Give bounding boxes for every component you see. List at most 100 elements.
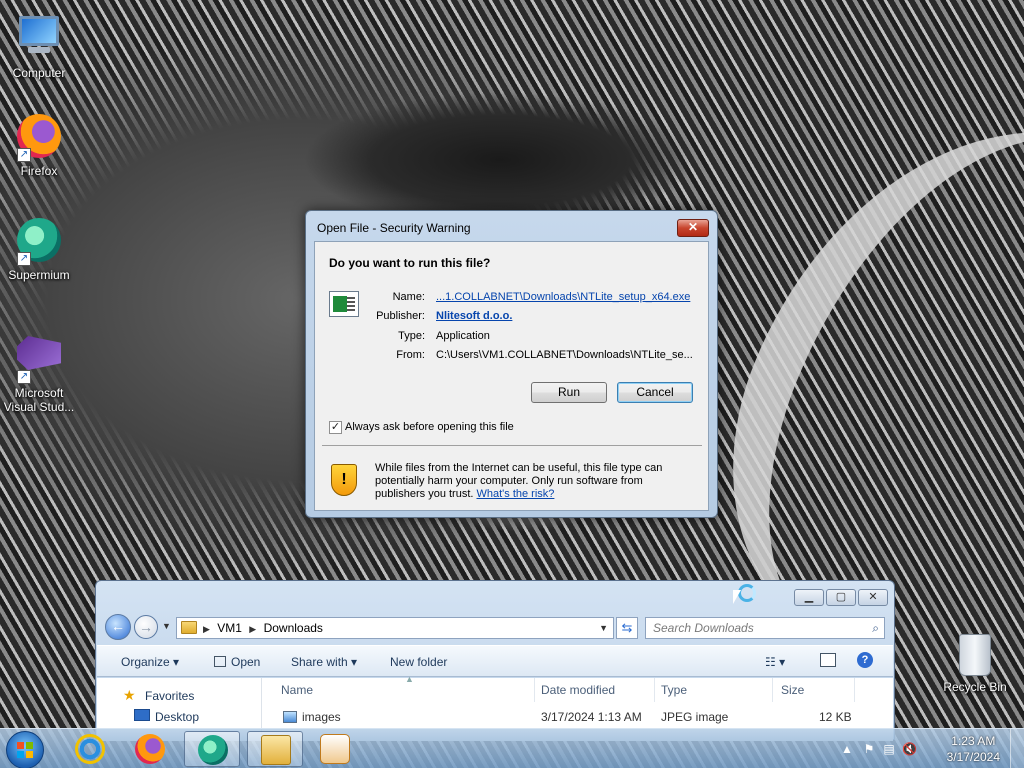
name-label: Name: xyxy=(392,291,425,303)
column-header-date[interactable]: Date modified xyxy=(535,678,655,702)
info-row-type: Type: Application xyxy=(315,330,710,346)
always-ask-checkbox[interactable]: ✓ xyxy=(329,421,342,434)
dialog-body: Do you want to run this file? Name: ...1… xyxy=(314,241,709,511)
address-bar[interactable]: ▶ VM1 ▶ Downloads ▼ xyxy=(176,617,614,639)
breadcrumb: ▶ VM1 ▶ Downloads xyxy=(203,621,323,635)
back-button[interactable]: ← xyxy=(105,614,131,640)
taskbar-firefox[interactable] xyxy=(122,731,178,767)
open-icon xyxy=(214,656,226,667)
info-row-publisher: Publisher: Nlitesoft d.o.o. xyxy=(315,310,710,326)
desktop-icon-label: Recycle Bin xyxy=(943,680,1007,694)
info-row-name: Name: ...1.COLLABNET\Downloads\NTLite_se… xyxy=(315,291,710,307)
file-name: images xyxy=(302,710,341,724)
publisher-link[interactable]: Nlitesoft d.o.o. xyxy=(436,310,698,322)
search-icon[interactable]: ⌕ xyxy=(872,618,879,638)
whats-the-risk-link[interactable]: What's the risk? xyxy=(477,488,555,500)
internet-explorer-icon xyxy=(75,734,105,764)
breadcrumb-chevron-icon[interactable]: ▶ xyxy=(249,624,256,634)
folder-icon xyxy=(181,621,197,634)
mouse-pointer-icon xyxy=(733,590,741,604)
nav-favorites[interactable]: Favorites xyxy=(145,689,194,703)
share-with-button[interactable]: Share with ▾ xyxy=(291,655,357,669)
clock[interactable]: 1:23 AM 3/17/2024 xyxy=(947,733,1000,765)
desktop-icon-recycle-bin[interactable]: Recycle Bin xyxy=(937,630,1013,694)
refresh-button[interactable]: ⇆ xyxy=(616,617,638,639)
window-close-button[interactable]: ✕ xyxy=(858,589,888,606)
command-bar: Organize ▾ Open Share with ▾ New folder … xyxy=(97,645,893,677)
help-icon[interactable]: ? xyxy=(857,652,873,668)
favorites-star-icon: ★ xyxy=(123,687,136,703)
breadcrumb-vm1[interactable]: VM1 xyxy=(217,621,242,635)
show-hidden-icons-icon[interactable]: ▲ xyxy=(840,742,854,756)
column-header-size[interactable]: Size xyxy=(775,678,855,702)
taskbar-supermium[interactable] xyxy=(184,731,240,767)
warning-message: While files from the Internet can be use… xyxy=(375,462,695,501)
supermium-icon xyxy=(198,735,228,765)
start-button[interactable] xyxy=(6,731,44,768)
desktop-icon-visual-studio[interactable]: ↗ Microsoft Visual Stud... xyxy=(1,328,77,414)
recent-pages-chevron-icon[interactable]: ▼ xyxy=(162,621,171,631)
maximize-button[interactable]: ▢ xyxy=(826,589,856,606)
desktop-folder-icon xyxy=(134,709,150,721)
file-explorer-icon xyxy=(261,735,291,765)
dialog-divider xyxy=(322,445,702,446)
shortcut-arrow-icon: ↗ xyxy=(17,148,31,162)
column-header-name[interactable]: Name xyxy=(275,678,535,702)
close-button[interactable]: ✕ xyxy=(677,219,709,237)
firefox-icon xyxy=(135,734,165,764)
action-center-flag-icon[interactable]: ⚑ xyxy=(862,742,876,756)
run-button[interactable]: Run xyxy=(531,382,607,403)
recycle-bin-icon xyxy=(951,634,999,678)
file-date: 3/17/2024 1:13 AM xyxy=(541,710,642,724)
info-row-from: From: C:\Users\VM1.COLLABNET\Downloads\N… xyxy=(315,349,710,365)
open-button[interactable]: Open xyxy=(214,655,260,669)
clock-time: 1:23 AM xyxy=(951,734,996,748)
minimize-button[interactable]: ▁ xyxy=(794,589,824,606)
clock-date: 3/17/2024 xyxy=(946,750,1000,764)
warning-shield-icon: ! xyxy=(331,464,357,496)
desktop-icon-label: Firefox xyxy=(20,164,58,178)
nav-desktop[interactable]: Desktop xyxy=(155,710,199,724)
cancel-button[interactable]: Cancel xyxy=(617,382,693,403)
show-desktop-button[interactable] xyxy=(1010,729,1024,768)
address-dropdown-icon[interactable]: ▼ xyxy=(599,618,608,638)
system-tray: ▲ ⚑ ▤ 🔇 1:23 AM 3/17/2024 xyxy=(834,729,1024,768)
desktop-icon-label: Supermium xyxy=(8,268,70,282)
new-folder-button[interactable]: New folder xyxy=(390,655,447,669)
window-controls: ▁ ▢ ✕ xyxy=(794,589,888,607)
taskbar-internet-explorer[interactable] xyxy=(62,731,118,767)
shortcut-arrow-icon: ↗ xyxy=(17,370,31,384)
organize-button[interactable]: Organize ▾ xyxy=(121,655,179,669)
firefox-icon: ↗ xyxy=(15,114,63,162)
always-ask-label: Always ask before opening this file xyxy=(345,421,514,433)
breadcrumb-chevron-icon[interactable]: ▶ xyxy=(203,624,210,634)
breadcrumb-downloads[interactable]: Downloads xyxy=(264,621,323,635)
shortcut-arrow-icon: ↗ xyxy=(17,252,31,266)
change-view-icon[interactable]: ☷ ▾ xyxy=(765,655,785,669)
media-player-icon xyxy=(320,734,350,764)
desktop-icon-supermium[interactable]: ↗ Supermium xyxy=(1,216,77,282)
search-input[interactable]: Search Downloads ⌕ xyxy=(645,617,885,639)
visual-studio-icon: ↗ xyxy=(15,336,63,384)
desktop-icon-computer[interactable]: Computer xyxy=(1,10,77,80)
taskbar-file-explorer[interactable] xyxy=(247,731,303,767)
type-label: Type: xyxy=(398,330,425,342)
supermium-icon: ↗ xyxy=(15,218,63,266)
forward-button[interactable]: → xyxy=(134,615,158,639)
from-value: C:\Users\VM1.COLLABNET\Downloads\NTLite_… xyxy=(436,349,693,361)
dialog-title: Open File - Security Warning xyxy=(317,221,471,235)
explorer-window: ▁ ▢ ✕ ← → ▼ ▶ VM1 ▶ Downloads ▼ ⇆ Search… xyxy=(95,580,895,741)
publisher-label: Publisher: xyxy=(376,310,425,322)
preview-pane-icon[interactable] xyxy=(820,653,836,667)
dialog-question: Do you want to run this file? xyxy=(329,256,491,270)
security-warning-dialog: Open File - Security Warning ✕ Do you wa… xyxy=(305,210,718,518)
volume-muted-icon[interactable]: 🔇 xyxy=(902,742,917,756)
from-label: From: xyxy=(396,349,425,361)
file-name-link[interactable]: ...1.COLLABNET\Downloads\NTLite_setup_x6… xyxy=(436,291,698,303)
desktop-icon-firefox[interactable]: ↗ Firefox xyxy=(1,112,77,178)
network-icon[interactable]: ▤ xyxy=(882,742,896,756)
column-header-type[interactable]: Type xyxy=(655,678,773,702)
file-type: JPEG image xyxy=(661,710,729,724)
taskbar-media-player[interactable] xyxy=(307,731,363,767)
search-placeholder: Search Downloads xyxy=(653,621,754,635)
